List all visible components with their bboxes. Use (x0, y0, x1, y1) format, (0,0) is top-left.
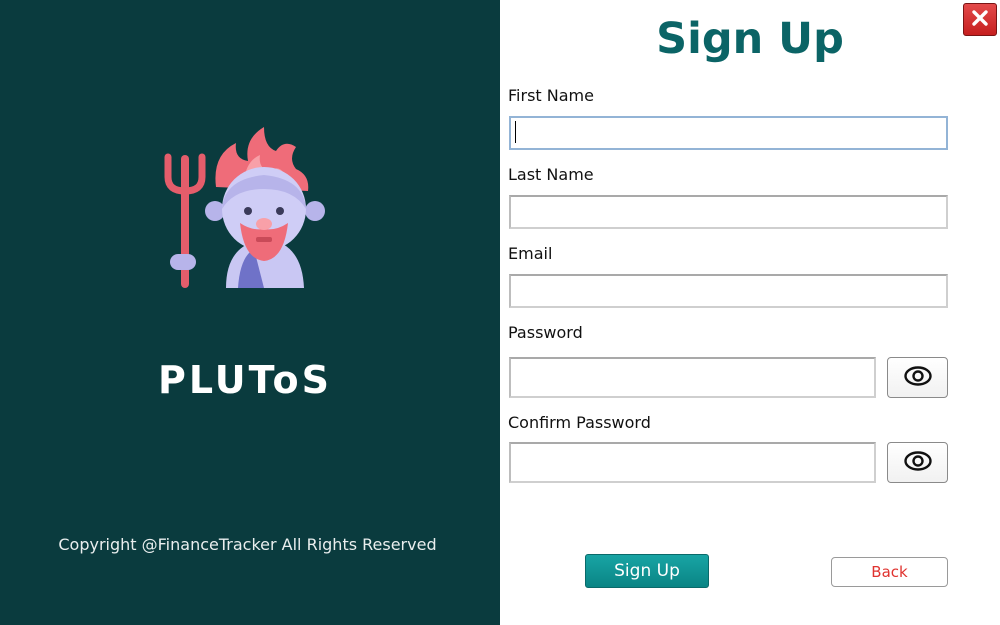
eye-icon (903, 365, 932, 390)
sign-up-button[interactable]: Sign Up (585, 554, 709, 588)
left-panel: PLUToS Copyright @FinanceTracker All Rig… (0, 0, 500, 625)
page-title: Sign Up (656, 14, 844, 64)
copyright-text: Copyright @FinanceTracker All Rights Res… (58, 535, 437, 554)
eye-icon (903, 450, 932, 475)
show-confirm-password-button[interactable] (887, 442, 948, 483)
show-password-button[interactable] (887, 357, 948, 398)
confirm-password-label: Confirm Password (508, 413, 651, 432)
first-name-field[interactable] (509, 116, 948, 150)
password-label: Password (508, 323, 583, 342)
last-name-label: Last Name (508, 165, 594, 184)
confirm-password-field[interactable] (509, 442, 876, 483)
pluto-mascot-icon (160, 125, 326, 290)
close-button[interactable] (963, 3, 997, 36)
brand-name: PLUToS (158, 358, 332, 402)
password-field[interactable] (509, 357, 876, 398)
back-button[interactable]: Back (831, 557, 948, 587)
close-icon (971, 9, 989, 31)
text-caret (515, 121, 516, 143)
email-label: Email (508, 244, 553, 263)
last-name-field[interactable] (509, 195, 948, 229)
email-field[interactable] (509, 274, 948, 308)
first-name-label: First Name (508, 86, 594, 105)
